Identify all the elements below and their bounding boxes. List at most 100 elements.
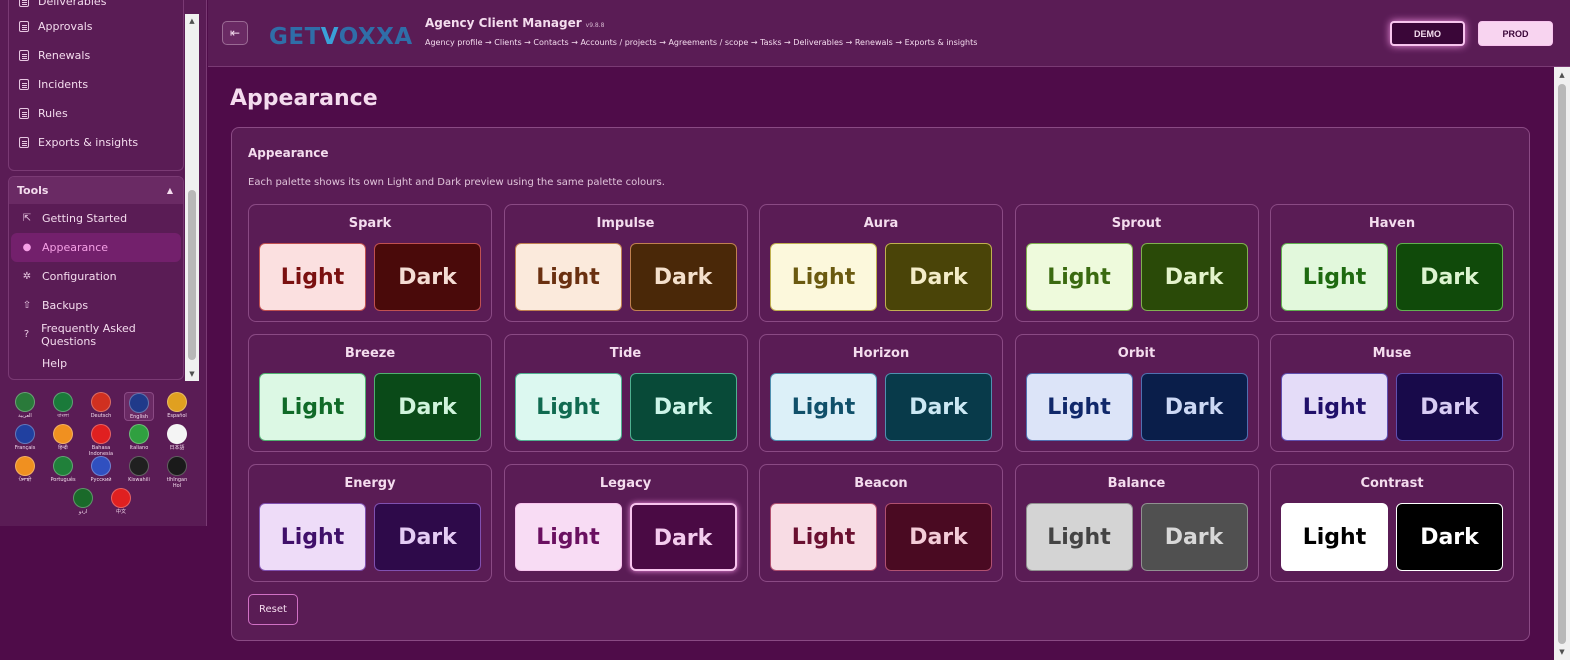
dark-preview-button[interactable]: Dark xyxy=(374,373,481,441)
scroll-down-icon[interactable]: ▼ xyxy=(1554,644,1570,660)
palette-name: Muse xyxy=(1372,346,1412,361)
light-preview-button[interactable]: Light xyxy=(1281,243,1388,311)
light-preview-button[interactable]: Light xyxy=(259,243,366,311)
dark-preview-button[interactable]: Dark xyxy=(1140,243,1248,311)
document-icon xyxy=(19,0,29,7)
palette-name: Energy xyxy=(344,476,396,491)
page-title: Appearance xyxy=(230,86,378,111)
rocket-icon: ⇱ xyxy=(22,213,32,224)
sidebar-scrollbar[interactable]: ▲ ▼ xyxy=(185,14,199,381)
dark-preview-button[interactable]: Dark xyxy=(1140,373,1248,441)
language-option[interactable]: English xyxy=(124,392,154,421)
dark-preview-button[interactable]: Dark xyxy=(374,243,481,311)
flag-icon xyxy=(167,392,187,412)
sidebar-item-help[interactable]: Help xyxy=(11,349,183,378)
language-option[interactable]: Italiano xyxy=(124,424,154,451)
language-option[interactable]: Français xyxy=(10,424,40,451)
dark-preview-button[interactable]: Dark xyxy=(629,373,737,441)
dark-preview-button[interactable]: Dark xyxy=(1396,373,1503,441)
light-preview-button[interactable]: Light xyxy=(259,503,366,571)
language-option[interactable]: ਪੰਜਾਬੀ xyxy=(10,456,40,483)
sidebar-item-incidents[interactable]: Incidents xyxy=(9,70,183,99)
scroll-down-icon[interactable]: ▼ xyxy=(185,367,199,381)
palette-name: Balance xyxy=(1107,476,1166,491)
light-preview-button[interactable]: Light xyxy=(770,373,877,441)
dark-preview-button[interactable]: Dark xyxy=(1396,243,1503,311)
reset-button[interactable]: Reset xyxy=(248,594,298,625)
language-option[interactable]: हिन्दी xyxy=(48,424,78,451)
main-scrollbar[interactable]: ▲ ▼ xyxy=(1554,67,1570,660)
light-preview-button[interactable]: Light xyxy=(514,243,622,311)
light-preview-button[interactable]: Light xyxy=(770,503,877,571)
palette-icon: ● xyxy=(22,242,32,253)
light-preview-button[interactable]: Light xyxy=(514,503,622,571)
tools-section: Tools ▲ ⇱ Getting Started ● Appearance ✲ Conf… xyxy=(8,176,184,380)
light-preview-button[interactable]: Light xyxy=(1025,373,1133,441)
language-option[interactable]: العربية xyxy=(10,392,40,419)
palette-name: Breeze xyxy=(344,346,396,361)
sidebar-item-configuration[interactable]: ✲ Configuration xyxy=(11,262,183,291)
sidebar-item-frequently-asked-questions[interactable]: ? Frequently Asked Questions xyxy=(11,320,183,349)
dark-preview-button[interactable]: Dark xyxy=(1396,503,1503,571)
document-icon xyxy=(19,108,29,119)
language-option[interactable]: tlhIngan Hol xyxy=(162,456,192,489)
sidebar-scroll-thumb[interactable] xyxy=(188,190,196,360)
light-preview-button[interactable]: Light xyxy=(1025,243,1133,311)
scroll-up-icon[interactable]: ▲ xyxy=(1554,67,1570,83)
palette-card-impulse: Impulse Light Dark xyxy=(503,204,748,322)
light-preview-button[interactable]: Light xyxy=(1281,503,1388,571)
sidebar-item-appearance[interactable]: ● Appearance xyxy=(11,233,181,262)
light-preview-button[interactable]: Light xyxy=(259,373,366,441)
sidebar-item-getting-started[interactable]: ⇱ Getting Started xyxy=(11,204,183,233)
language-option[interactable]: 日本語 xyxy=(162,424,192,451)
palette-card-beacon: Beacon Light Dark xyxy=(759,464,1003,582)
language-option[interactable]: 中文 xyxy=(106,488,136,515)
language-option[interactable]: Português xyxy=(48,456,78,483)
flag-icon xyxy=(167,424,187,444)
sidebar-item-backups[interactable]: ⇧ Backups xyxy=(11,291,183,320)
language-option[interactable]: اردو xyxy=(68,488,98,515)
sidebar-item-approvals[interactable]: Approvals xyxy=(9,12,183,41)
sidebar-item-deliverables[interactable]: Deliverables xyxy=(9,0,183,12)
flag-icon xyxy=(129,393,149,413)
palette-name: Tide xyxy=(609,346,642,361)
light-preview-button[interactable]: Light xyxy=(514,373,622,441)
palette-name: Haven xyxy=(1368,216,1416,231)
light-preview-button[interactable]: Light xyxy=(770,243,877,311)
upload-icon: ⇧ xyxy=(22,300,32,311)
dark-preview-button[interactable]: Dark xyxy=(374,503,481,571)
dark-preview-button[interactable]: Dark xyxy=(629,243,737,311)
language-option[interactable]: Kiswahili xyxy=(124,456,154,483)
scroll-up-icon[interactable]: ▲ xyxy=(185,14,199,28)
sidebar-item-renewals[interactable]: Renewals xyxy=(9,41,183,70)
dark-preview-button[interactable]: Dark xyxy=(885,373,992,441)
palette-card-muse: Muse Light Dark xyxy=(1270,334,1514,452)
sidebar-item-rules[interactable]: Rules xyxy=(9,99,183,128)
language-option[interactable]: বাংলা xyxy=(48,392,78,419)
light-preview-button[interactable]: Light xyxy=(1025,503,1133,571)
flag-icon xyxy=(15,392,35,412)
tools-label: Tools xyxy=(17,184,49,197)
flag-icon xyxy=(129,456,149,476)
language-option[interactable]: Bahasa Indonesia xyxy=(86,424,116,457)
dark-preview-button[interactable]: Dark xyxy=(629,503,737,571)
flag-icon xyxy=(167,456,187,476)
flag-icon xyxy=(53,456,73,476)
collapse-sidebar-button[interactable]: ⇤ xyxy=(222,21,248,45)
flag-icon xyxy=(15,424,35,444)
language-option[interactable]: Русский xyxy=(86,456,116,483)
sidebar-item-exports-insights[interactable]: Exports & insights xyxy=(9,128,183,157)
palette-name: Spark xyxy=(348,216,392,231)
dark-preview-button[interactable]: Dark xyxy=(885,243,992,311)
flag-icon xyxy=(73,488,93,508)
demo-button[interactable]: DEMO xyxy=(1390,21,1465,46)
tools-header[interactable]: Tools ▲ xyxy=(9,177,183,204)
main-scroll-thumb[interactable] xyxy=(1558,84,1566,644)
dark-preview-button[interactable]: Dark xyxy=(1140,503,1248,571)
prod-button[interactable]: PROD xyxy=(1478,21,1553,46)
language-option[interactable]: Deutsch xyxy=(86,392,116,419)
language-option[interactable]: Español xyxy=(162,392,192,419)
document-icon xyxy=(19,79,29,90)
dark-preview-button[interactable]: Dark xyxy=(885,503,992,571)
light-preview-button[interactable]: Light xyxy=(1281,373,1388,441)
